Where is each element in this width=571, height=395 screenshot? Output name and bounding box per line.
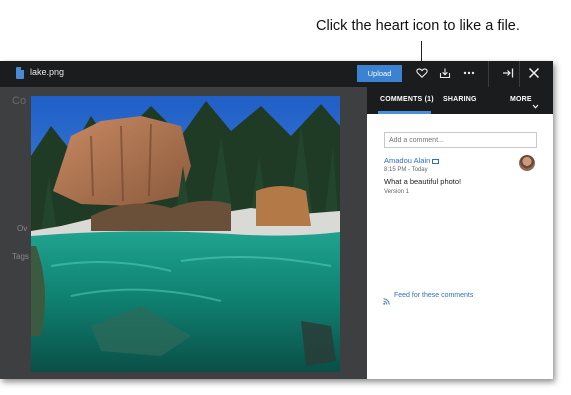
- callout-text: Click the heart icon to like a file.: [316, 18, 520, 34]
- file-name: lake.png: [30, 67, 65, 77]
- ghost-label: Ov: [17, 224, 28, 233]
- more-menu[interactable]: MORE: [510, 96, 532, 103]
- panel-tab-bar: COMMENTS (1) SHARING MORE: [367, 87, 553, 114]
- file-viewer-window: lake.png Upload Co Ov Tags COMMENTS (1) …: [0, 61, 553, 379]
- comments-panel: COMMENTS (1) SHARING MORE Amadou Alain 8…: [367, 87, 553, 379]
- active-tab-indicator: [378, 111, 431, 114]
- comment-author-name[interactable]: Amadou Alain: [384, 156, 430, 165]
- add-comment-input[interactable]: [384, 132, 537, 148]
- callout-line: [421, 41, 422, 61]
- chevron-down-icon[interactable]: [532, 97, 539, 109]
- comment-text: What a beautiful photo!: [384, 177, 462, 186]
- download-icon[interactable]: [438, 66, 452, 80]
- rss-feed-icon[interactable]: [383, 292, 390, 305]
- upload-button[interactable]: Upload: [357, 65, 402, 82]
- tab-sharing[interactable]: SHARING: [443, 96, 477, 103]
- viewer-toolbar: lake.png Upload: [0, 61, 553, 87]
- tab-comments[interactable]: COMMENTS (1): [380, 96, 434, 103]
- comment-timestamp: 8:15 PM - Today: [384, 167, 428, 173]
- profile-card-icon[interactable]: [432, 158, 440, 164]
- ghost-title: Co: [12, 95, 27, 107]
- more-icon[interactable]: [462, 66, 476, 80]
- toolbar-divider: [488, 61, 489, 87]
- toolbar-divider: [519, 61, 520, 87]
- image-preview: [31, 96, 340, 372]
- avatar[interactable]: [519, 155, 535, 171]
- comments-feed-link[interactable]: Feed for these comments: [394, 292, 473, 299]
- file-icon: [16, 67, 24, 79]
- close-icon[interactable]: [527, 66, 541, 80]
- ghost-tags: Tags: [12, 252, 29, 261]
- collapse-panel-icon[interactable]: [501, 66, 515, 80]
- comment-author-link[interactable]: Amadou Alain: [384, 156, 440, 165]
- comment-version: Version 1: [384, 189, 410, 195]
- heart-icon[interactable]: [415, 66, 429, 80]
